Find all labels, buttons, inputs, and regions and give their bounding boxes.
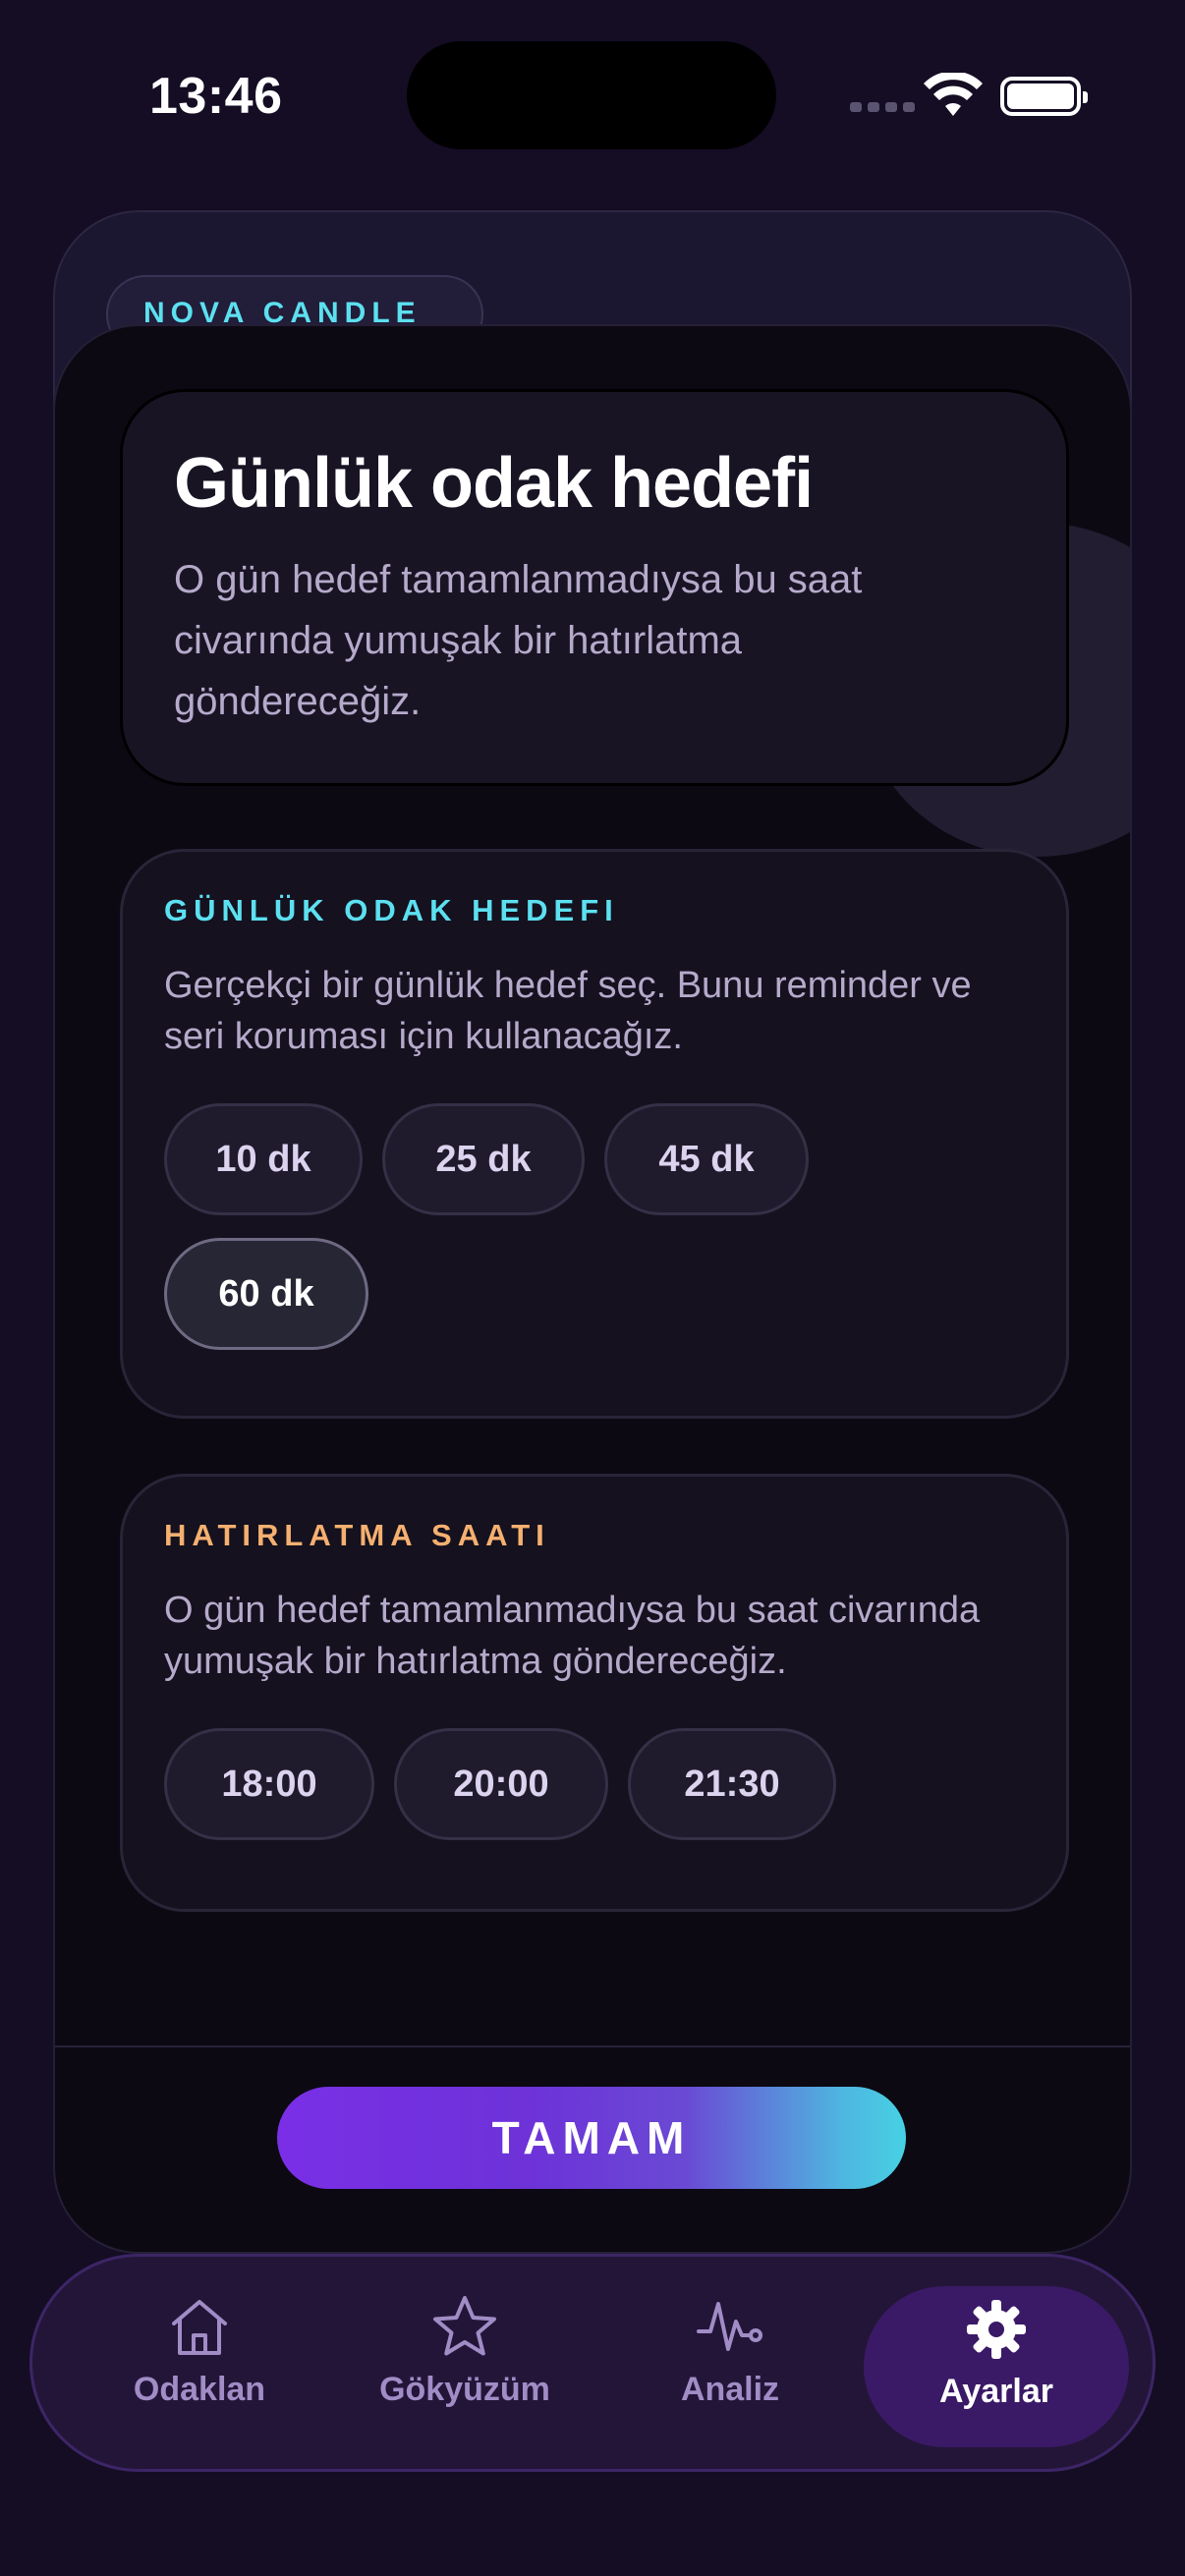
reminder-description: O gün hedef tamamlanmadıysa bu saat civa… (164, 1590, 981, 1682)
tab-analiz[interactable]: Analiz (622, 2257, 838, 2469)
gear-icon (967, 2300, 1026, 2359)
sheet-title: Günlük odak hedefi (174, 444, 814, 523)
tab-gokyuzum[interactable]: Gökyüzüm (357, 2257, 573, 2469)
reminder-eyebrow: HATIRLATMA SAATI (164, 1518, 550, 1552)
home-icon (172, 2300, 227, 2355)
daily-goal-description: Gerçekçi bir günlük hedef seç. Bunu remi… (164, 965, 972, 1057)
tab-label-ayarlar: Ayarlar (939, 2373, 1053, 2410)
sheet-subtitle: O gün hedef tamamlanmadıysa bu saat civa… (174, 558, 863, 723)
goal-option-10[interactable]: 10 dk (164, 1103, 363, 1215)
battery-icon (1000, 77, 1088, 116)
reminder-time-card: HATIRLATMA SAATI O gün hedef tamamlanmad… (120, 1474, 1069, 1912)
reminder-option-2000[interactable]: 20:00 (394, 1728, 608, 1840)
tab-ayarlar[interactable]: Ayarlar (864, 2286, 1129, 2447)
cellular-signal-icon (850, 102, 915, 112)
pulse-icon (697, 2302, 762, 2351)
tab-label-analiz: Analiz (680, 2371, 780, 2408)
star-icon (433, 2296, 496, 2356)
sheet-divider (55, 2045, 1130, 2047)
daily-goal-card: GÜNLÜK ODAK HEDEFI Gerçekçi bir günlük h… (120, 849, 1069, 1419)
goal-option-25[interactable]: 25 dk (382, 1103, 585, 1215)
daily-goal-eyebrow: GÜNLÜK ODAK HEDEFI (164, 893, 619, 927)
tab-bar: Odaklan Gökyüzüm Analiz Ayarlar (29, 2254, 1156, 2472)
tab-label-gokyuzum: Gökyüzüm (379, 2371, 550, 2408)
tab-odaklan[interactable]: Odaklan (91, 2257, 308, 2469)
status-time: 13:46 (149, 68, 283, 125)
tab-label-odaklan: Odaklan (133, 2371, 266, 2408)
goal-option-45[interactable]: 45 dk (604, 1103, 809, 1215)
reminder-option-2130[interactable]: 21:30 (628, 1728, 836, 1840)
reminder-option-1800[interactable]: 18:00 (164, 1728, 374, 1840)
confirm-button[interactable]: TAMAM (277, 2087, 906, 2189)
wifi-icon (924, 73, 983, 116)
dynamic-island (407, 41, 776, 149)
hero-card: Günlük odak hedefi O gün hedef tamamlanm… (120, 389, 1069, 786)
goal-settings-sheet: Günlük odak hedefi O gün hedef tamamlanm… (53, 324, 1132, 2254)
goal-option-60[interactable]: 60 dk (164, 1238, 368, 1350)
